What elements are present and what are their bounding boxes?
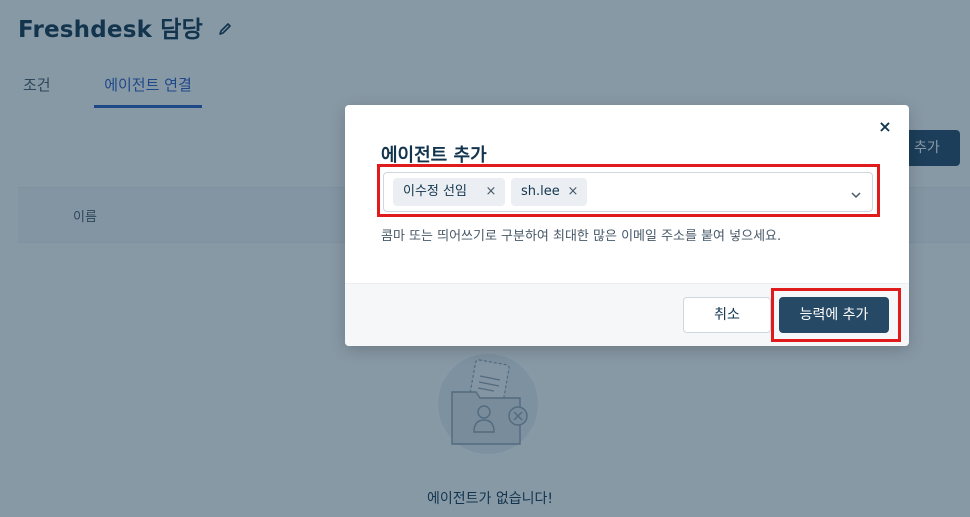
chip-label: sh.lee (521, 184, 560, 199)
help-text: 콤마 또는 띄어쓰기로 구분하여 최대한 많은 이메일 주소를 붙여 넣으세요. (381, 229, 782, 244)
close-icon[interactable]: × (877, 119, 893, 135)
chevron-down-icon[interactable] (850, 186, 862, 199)
selected-agent-chip: sh.lee × (511, 178, 587, 206)
selected-agent-chip: 이수정 선임 × (393, 178, 505, 206)
modal-title: 에이전트 추가 (381, 145, 487, 166)
cancel-button[interactable]: 취소 (683, 297, 771, 333)
chip-remove-icon[interactable]: × (567, 178, 579, 206)
modal-footer: 취소 능력에 추가 (345, 283, 909, 346)
chip-remove-icon[interactable]: × (485, 178, 497, 206)
chip-label: 이수정 선임 (403, 184, 467, 199)
agent-multiselect[interactable]: 이수정 선임 × sh.lee × (383, 172, 873, 212)
add-to-ability-button[interactable]: 능력에 추가 (779, 297, 889, 333)
add-agent-modal: × 에이전트 추가 이수정 선임 × sh.lee × 콤마 또는 띄어쓰기로 … (345, 105, 909, 346)
